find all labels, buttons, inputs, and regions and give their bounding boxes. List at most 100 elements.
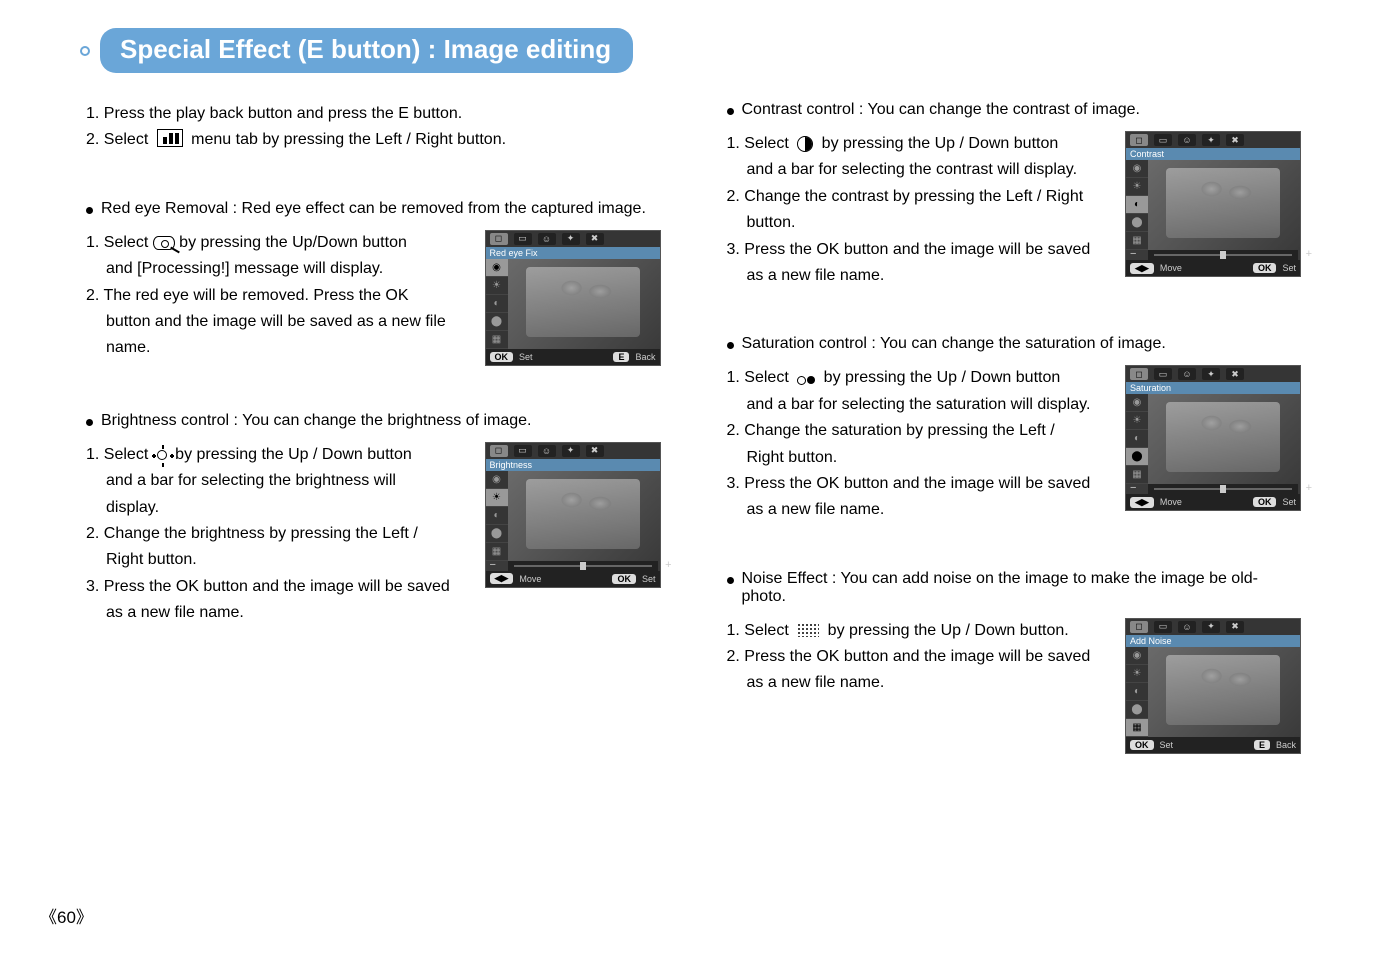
shot-tab-4: ✦	[1202, 134, 1220, 146]
contrast-slider: −+	[1148, 250, 1298, 260]
saturation-heading-text: Saturation control : You can change the …	[742, 335, 1166, 353]
redeye-s2c: name.	[86, 335, 469, 361]
shot-tab-5: ✖	[1226, 368, 1244, 380]
brightness-icon	[157, 450, 167, 460]
left-column: 1. Press the play back button and press …	[80, 101, 661, 800]
contrast-s2b: button.	[727, 210, 1110, 236]
saturation-s1c: and a bar for selecting the saturation w…	[727, 392, 1110, 418]
brightness-step2: 2. Change the brightness by pressing the…	[86, 521, 469, 547]
contrast-s1a: 1. Select	[727, 135, 789, 152]
shot-preview	[1148, 394, 1300, 484]
contrast-s3b: as a new file name.	[727, 263, 1110, 289]
shot-preview	[508, 471, 660, 561]
side-half-icon: ◐	[1126, 430, 1148, 448]
set-label: Set	[1282, 263, 1296, 273]
arrows-icon: ◀▶	[490, 573, 514, 584]
intro-block: 1. Press the play back button and press …	[80, 101, 661, 154]
brightness-block: Brightness control : You can change the …	[80, 412, 661, 627]
saturation-step2: 2. Change the saturation by pressing the…	[727, 418, 1110, 444]
saturation-s3b: as a new file name.	[727, 497, 1110, 523]
set-label: Set	[1160, 740, 1174, 750]
brightness-screenshot: ◻▭☺✦✖ Brightness ◉ ☀ ◐ ⬤ ▦ −+	[485, 442, 661, 588]
shot-preview	[508, 259, 660, 349]
menu-tab-icon	[157, 129, 183, 147]
noise-icon	[797, 623, 819, 637]
shot-preview	[1148, 647, 1300, 737]
brightness-s1b: by pressing the Up / Down button	[175, 446, 412, 463]
back-label: Back	[1276, 740, 1296, 750]
page-number-value: 60	[57, 908, 76, 927]
page-number: 《60》	[40, 903, 93, 928]
saturation-shot-label: Saturation	[1126, 382, 1300, 394]
redeye-shot-label: Red eye Fix	[486, 247, 660, 259]
brightness-step3: 3. Press the OK button and the image wil…	[86, 574, 469, 600]
redeye-heading: Red eye Removal : Red eye effect can be …	[86, 200, 661, 218]
set-label: Set	[519, 352, 533, 362]
intro-step1: 1. Press the play back button and press …	[86, 101, 661, 127]
contrast-s1c: and a bar for selecting the contrast wil…	[727, 157, 1110, 183]
ok-button-label: OK	[490, 352, 514, 362]
right-column: Contrast control : You can change the co…	[721, 101, 1302, 800]
redeye-step2: 2. The red eye will be removed. Press th…	[86, 283, 469, 309]
contrast-s1b: by pressing the Up / Down button	[822, 135, 1059, 152]
redeye-s2b: button and the image will be saved as a …	[86, 309, 469, 335]
contrast-step3: 3. Press the OK button and the image wil…	[727, 237, 1110, 263]
shot-tab-1: ◻	[490, 445, 508, 457]
side-sun-icon: ☀	[486, 277, 508, 295]
contrast-step1: 1. Select by pressing the Up / Down butt…	[727, 131, 1110, 157]
set-label: Set	[642, 574, 656, 584]
saturation-heading: Saturation control : You can change the …	[727, 335, 1302, 353]
shot-tab-2: ▭	[1154, 134, 1172, 146]
side-noise-icon: ▦	[486, 331, 508, 349]
bullet-icon	[727, 577, 734, 584]
shot-tab-1: ◻	[1130, 134, 1148, 146]
side-eye-icon: ◉	[1126, 394, 1148, 412]
ok-button-label: OK	[612, 574, 636, 584]
page-title-row: Special Effect (E button) : Image editin…	[80, 28, 1301, 73]
bullet-icon	[86, 207, 93, 214]
e-button-label: E	[1254, 740, 1270, 750]
bullet-icon	[727, 108, 734, 115]
shot-tab-2: ▭	[1154, 621, 1172, 633]
ok-button-label: OK	[1130, 740, 1154, 750]
brightness-heading: Brightness control : You can change the …	[86, 412, 661, 430]
side-noise-icon: ▦	[1126, 719, 1148, 737]
brightness-shot-label: Brightness	[486, 459, 660, 471]
shot-tab-5: ✖	[586, 445, 604, 457]
saturation-s1a: 1. Select	[727, 369, 789, 386]
shot-tab-1: ◻	[1130, 368, 1148, 380]
redeye-s1b: by pressing the Up/Down button	[179, 234, 407, 251]
contrast-icon	[797, 136, 813, 152]
noise-heading-text: Noise Effect : You can add noise on the …	[742, 570, 1302, 606]
shot-preview	[1148, 160, 1300, 250]
contrast-block: Contrast control : You can change the co…	[721, 101, 1302, 289]
shot-tab-1: ◻	[490, 233, 508, 245]
side-eye-icon: ◉	[1126, 647, 1148, 665]
redeye-step1: 1. Select by pressing the Up/Down button	[86, 230, 469, 256]
contrast-shot-label: Contrast	[1126, 148, 1300, 160]
side-drop-icon: ⬤	[1126, 701, 1148, 719]
page-title: Special Effect (E button) : Image editin…	[100, 28, 633, 73]
shot-tabs: ◻ ▭ ☺ ✦ ✖	[486, 231, 660, 247]
brightness-s1c: and a bar for selecting the brightness w…	[86, 468, 469, 494]
side-drop-icon: ⬤	[1126, 214, 1148, 232]
shot-tab-3: ☺	[538, 233, 556, 245]
side-drop-icon: ⬤	[486, 525, 508, 543]
side-eye-icon: ◉	[1126, 160, 1148, 178]
shot-tab-1: ◻	[1130, 621, 1148, 633]
shot-tab-3: ☺	[1178, 134, 1196, 146]
shot-tab-3: ☺	[538, 445, 556, 457]
intro-step2: 2. Select menu tab by pressing the Left …	[86, 127, 661, 153]
arrows-icon: ◀▶	[1130, 263, 1154, 274]
redeye-block: Red eye Removal : Red eye effect can be …	[80, 200, 661, 366]
noise-s1a: 1. Select	[727, 622, 789, 639]
shot-footer: OK Set E Back	[486, 349, 660, 365]
redeye-heading-text: Red eye Removal : Red eye effect can be …	[101, 200, 646, 218]
arrows-icon: ◀▶	[1130, 497, 1154, 508]
shot-tab-5: ✖	[1226, 621, 1244, 633]
intro-step2-prefix: 2. Select	[86, 131, 148, 148]
ok-button-label: OK	[1253, 263, 1277, 273]
bullet-icon	[727, 342, 734, 349]
side-sun-icon: ☀	[1126, 665, 1148, 683]
redeye-icon	[153, 236, 175, 250]
